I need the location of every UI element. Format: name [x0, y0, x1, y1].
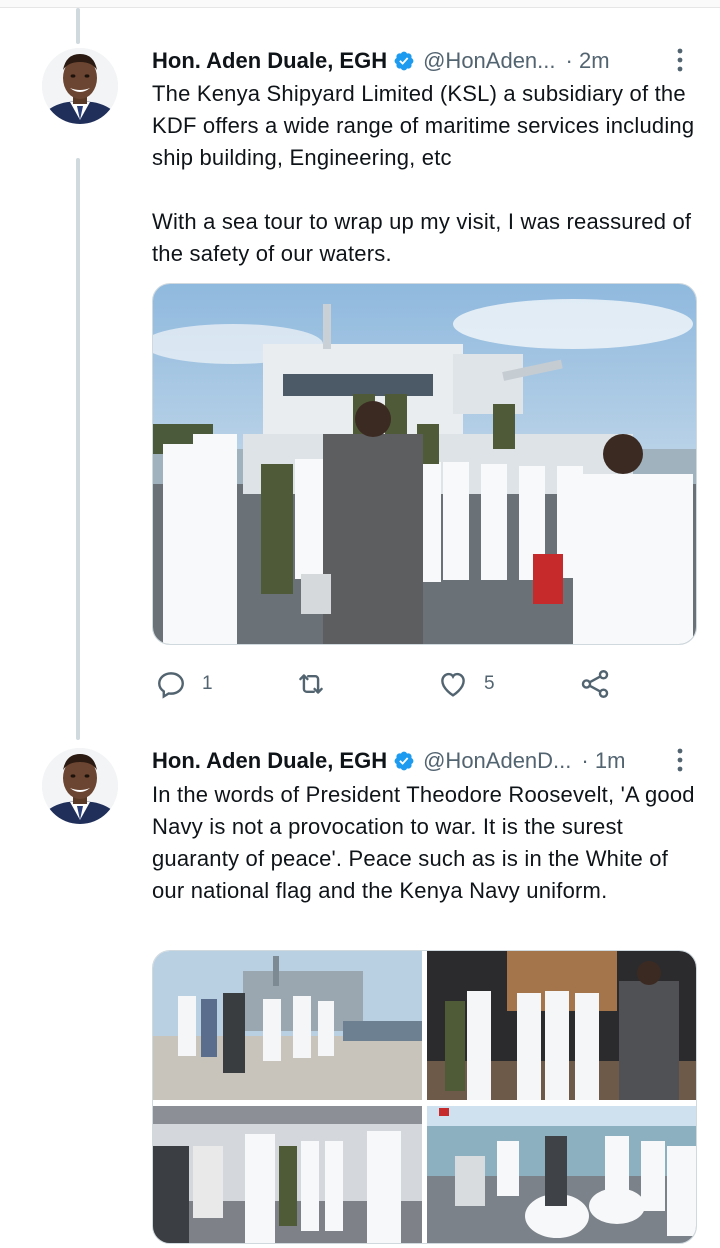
tweet-photo-pier[interactable]: [153, 951, 422, 1100]
avatar[interactable]: [42, 748, 118, 824]
tweet-photo-harbor-deck[interactable]: [427, 1106, 696, 1243]
tweet-text: In the words of President Theodore Roose…: [152, 779, 697, 907]
author-name[interactable]: Hon. Aden Duale, EGH: [152, 48, 387, 74]
top-divider: [0, 0, 720, 8]
tweet-actions: 1 5: [152, 664, 632, 704]
retweet-icon: [299, 674, 323, 694]
tweet-photo-ship-deck[interactable]: [152, 283, 697, 645]
reply-count: 1: [202, 673, 213, 694]
share-button[interactable]: [578, 664, 612, 704]
tweet-text-paragraph: In the words of President Theodore Roose…: [152, 782, 695, 903]
thread-connector-line: [76, 158, 80, 740]
share-icon: [581, 670, 609, 698]
verified-badge-icon: [394, 51, 414, 71]
tweet-text-paragraph: The Kenya Shipyard Limited (KSL) a subsi…: [152, 81, 695, 170]
tweet-photo-bridge[interactable]: [153, 1106, 422, 1243]
author-name[interactable]: Hon. Aden Duale, EGH: [152, 748, 387, 774]
photo-illustration: [427, 1106, 696, 1243]
avatar[interactable]: [42, 48, 118, 124]
like-count: 5: [484, 673, 495, 694]
author-handle[interactable]: @HonAdenD...: [423, 748, 571, 774]
like-icon: [441, 672, 465, 697]
tweet-text: The Kenya Shipyard Limited (KSL) a subsi…: [152, 78, 697, 270]
tweet-text-paragraph: With a sea tour to wrap up my visit, I w…: [152, 209, 692, 266]
thread-connector-line: [76, 8, 80, 44]
tweet-header: Hon. Aden Duale, EGH @HonAden... · 2m: [152, 44, 720, 78]
tweet-photo-grid: [152, 950, 697, 1244]
more-options-icon[interactable]: [668, 46, 692, 74]
photo-illustration: [153, 284, 696, 644]
tweet-timestamp[interactable]: · 1m: [581, 748, 625, 774]
reply-button[interactable]: 1: [154, 664, 213, 704]
photo-illustration: [427, 951, 696, 1100]
photo-illustration: [153, 1106, 422, 1243]
tweet-header: Hon. Aden Duale, EGH @HonAdenD... · 1m: [152, 744, 720, 778]
retweet-button[interactable]: [294, 664, 342, 704]
reply-icon: [158, 672, 184, 699]
tweet-timestamp[interactable]: · 2m: [566, 48, 610, 74]
author-handle[interactable]: @HonAden...: [423, 48, 555, 74]
more-options-icon[interactable]: [668, 746, 692, 774]
like-button[interactable]: 5: [436, 664, 495, 704]
tweet-photo-officers-room[interactable]: [427, 951, 696, 1100]
photo-illustration: [153, 951, 422, 1100]
verified-badge-icon: [394, 751, 414, 771]
